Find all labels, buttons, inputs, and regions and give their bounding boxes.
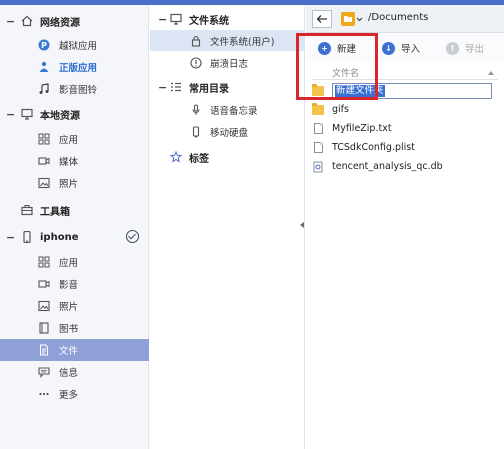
microphone-icon	[190, 103, 202, 116]
file-icon	[312, 123, 324, 135]
file-icon	[312, 142, 324, 154]
collapse-icon[interactable]: −	[158, 13, 170, 26]
star-icon	[170, 151, 182, 163]
sidebar-item-device-books[interactable]: 图书	[0, 317, 149, 339]
collapse-icon[interactable]: −	[158, 81, 170, 94]
connected-check-icon	[126, 230, 139, 243]
usb-drive-icon	[190, 125, 202, 138]
home-icon	[20, 14, 34, 28]
monitor-icon	[20, 107, 34, 121]
sidebar-item-device-files[interactable]: 文件	[0, 339, 149, 361]
person-app-icon	[38, 61, 50, 73]
ellipsis-icon	[38, 388, 50, 400]
book-icon	[38, 322, 50, 334]
grid-icon	[38, 133, 50, 145]
back-button[interactable]	[312, 10, 332, 28]
phone-icon	[20, 230, 34, 244]
import-arrow-icon: ↓	[382, 41, 395, 55]
folder-dropdown-button[interactable]	[340, 10, 366, 28]
message-icon	[38, 366, 50, 378]
grid-icon	[38, 256, 50, 268]
sidebar-item-local-apps[interactable]: 应用	[0, 128, 149, 150]
svg-text:P: P	[41, 41, 47, 50]
document-icon	[38, 344, 50, 356]
tree-item-voice-memo[interactable]: 语音备忘录	[150, 99, 305, 120]
sidebar-item-local-media[interactable]: 媒体	[0, 150, 149, 172]
file-row-tencent-analysis[interactable]: tencent_analysis_qc.db	[312, 157, 498, 176]
p-app-icon: P	[38, 39, 50, 51]
current-path[interactable]: /Documents	[368, 12, 428, 23]
highlight-annotation-box	[296, 33, 378, 100]
tree-section-common-dirs[interactable]: − 常用目录	[150, 76, 305, 98]
sidebar-item-device-media[interactable]: 影音	[0, 273, 149, 295]
sidebar-item-device-more[interactable]: 更多	[0, 383, 149, 405]
section-label: 网络资源	[40, 17, 80, 29]
file-row-tcsdkconfig[interactable]: TCSdkConfig.plist	[312, 138, 498, 157]
folder-icon	[341, 12, 363, 26]
sidebar-section-local[interactable]: − 本地资源	[0, 101, 149, 127]
lock-icon	[190, 35, 202, 47]
arrow-left-icon	[316, 15, 327, 23]
photo-icon	[38, 177, 50, 189]
sidebar-section-iphone[interactable]: − iphone	[0, 224, 149, 250]
sidebar-section-network[interactable]: − 网络资源	[0, 8, 149, 34]
sidebar-item-media-ringtones[interactable]: 影音图铃	[0, 78, 149, 100]
sidebar-item-jailbreak-apps[interactable]: P 越狱应用	[0, 34, 149, 56]
export-button[interactable]: ↑ 导出	[446, 40, 484, 56]
info-icon	[190, 56, 202, 69]
video-camera-icon	[38, 155, 50, 167]
export-arrow-icon: ↑	[446, 41, 459, 55]
database-file-icon	[312, 161, 324, 173]
sidebar-section-toolbox[interactable]: 工具箱	[0, 197, 149, 223]
collapse-panel-handle[interactable]	[300, 222, 304, 228]
list-icon	[170, 81, 182, 93]
collapse-icon[interactable]: −	[6, 108, 20, 121]
toolbox-icon	[20, 203, 34, 217]
file-row-myfilezip[interactable]: MyfileZip.txt	[312, 119, 498, 138]
collapse-icon[interactable]: −	[6, 231, 20, 244]
tree-section-bookmarks[interactable]: 标签	[150, 146, 305, 168]
tree-item-user-file-system[interactable]: 文件系统(用户)	[150, 30, 305, 51]
photo-icon	[38, 300, 50, 312]
directory-tree: − 文件系统 文件系统(用户) 崩溃日志 − 常用目录 语音备忘录 移动硬盘 标…	[150, 5, 305, 449]
music-note-icon	[38, 83, 50, 95]
sidebar-item-local-photos[interactable]: 照片	[0, 172, 149, 194]
left-sidebar: − 网络资源 P 越狱应用 正版应用 影音图铃 − 本地资源 应用 媒体 照片 …	[0, 5, 149, 449]
tree-section-file-system[interactable]: − 文件系统	[150, 8, 305, 30]
nav-bar: /Documents	[306, 5, 504, 33]
file-row-gifs[interactable]: gifs	[312, 100, 498, 119]
sidebar-item-licensed-apps[interactable]: 正版应用	[0, 56, 149, 78]
import-button[interactable]: ↓ 导入	[382, 40, 420, 56]
sidebar-item-device-photos[interactable]: 照片	[0, 295, 149, 317]
folder-icon	[312, 102, 324, 116]
monitor-icon	[170, 13, 182, 25]
sidebar-item-device-apps[interactable]: 应用	[0, 251, 149, 273]
collapse-icon[interactable]: −	[6, 15, 20, 28]
tree-item-crash-log[interactable]: 崩溃日志	[150, 52, 305, 73]
sidebar-item-device-messages[interactable]: 信息	[0, 361, 149, 383]
tree-item-mobile-disk[interactable]: 移动硬盘	[150, 121, 305, 142]
video-camera-icon	[38, 278, 50, 290]
